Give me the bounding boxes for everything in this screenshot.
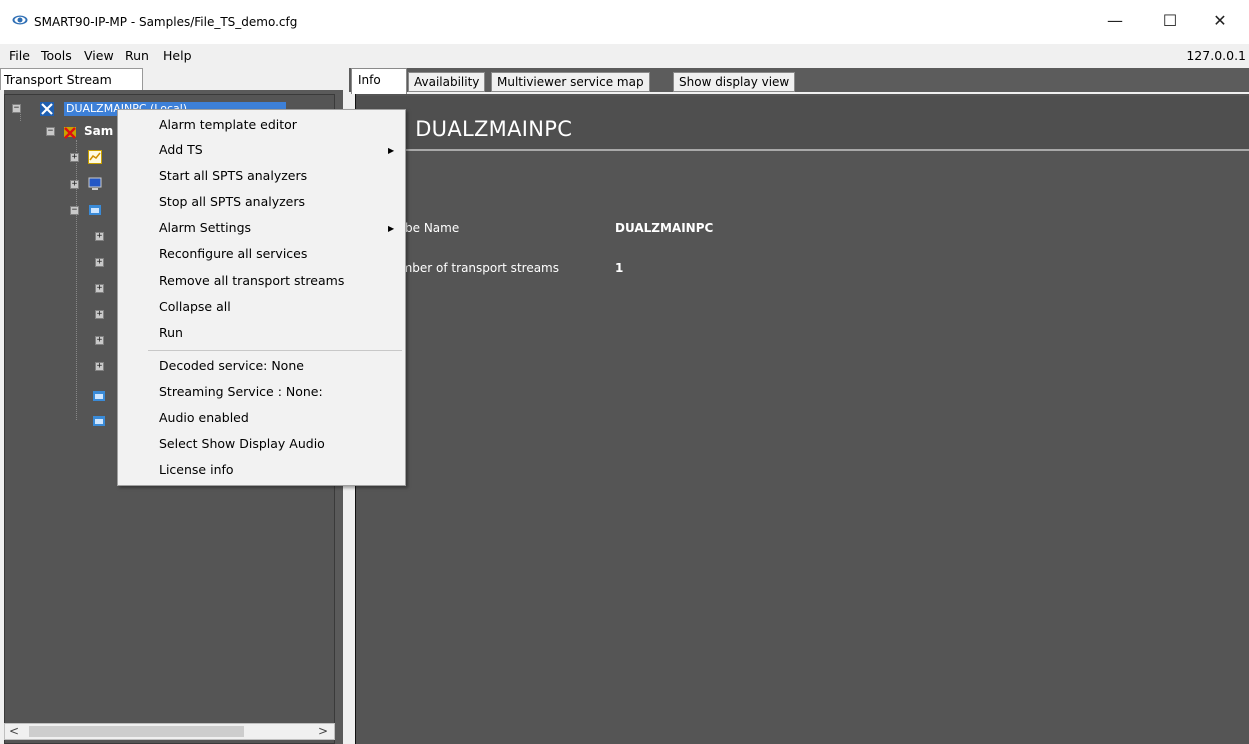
horizontal-scrollbar[interactable]: < > [4,723,335,740]
menu-item-streaming-service[interactable]: Streaming Service : None: [159,384,323,399]
expand-toggle[interactable]: + [95,284,104,293]
menu-item-alarm-template-editor[interactable]: Alarm template editor [159,117,297,132]
chart-icon [88,150,102,164]
tab-show-display-view[interactable]: Show display view [673,72,796,92]
expand-toggle[interactable]: + [70,153,79,162]
transport-streams-count-label: umber of transport streams [393,261,559,275]
collapse-toggle[interactable]: − [46,127,55,136]
expand-toggle[interactable]: + [95,310,104,319]
expand-toggle[interactable]: + [95,232,104,241]
submenu-arrow-icon: ▶ [388,224,395,233]
scroll-thumb[interactable] [29,726,244,737]
collapse-toggle[interactable]: − [12,104,21,113]
menu-tools[interactable]: Tools [41,48,72,63]
menu-file[interactable]: File [9,48,30,63]
page-title: fo: DUALZMAINPC [380,117,573,141]
collapse-toggle[interactable]: − [70,206,79,215]
submenu-arrow-icon: ▶ [388,146,395,155]
probe-name-value: DUALZMAINPC [615,221,714,235]
menu-view[interactable]: View [84,48,114,63]
menu-gutter [118,110,146,485]
expand-toggle[interactable]: + [95,336,104,345]
menu-item-decoded-service[interactable]: Decoded service: None [159,358,304,373]
scroll-left-arrow[interactable]: < [9,724,19,738]
maximize-button[interactable]: ☐ [1155,8,1185,34]
expand-toggle[interactable]: + [70,180,79,189]
info-panel [355,94,1249,744]
menu-separator [148,350,402,351]
monitor-icon [88,177,102,190]
tab-multiviewer-service-map[interactable]: Multiviewer service map [491,72,650,92]
menu-item-license-info[interactable]: License info [159,462,234,477]
eye-icon [12,15,28,25]
menu-item-remove-all-transport-streams[interactable]: Remove all transport streams [159,273,344,288]
stream-icon [93,391,105,401]
stream-icon [89,205,101,215]
menu-item-add-ts[interactable]: Add TS [159,142,203,157]
context-menu: Alarm template editor Add TS ▶ Start all… [117,109,406,486]
scroll-right-arrow[interactable]: > [318,724,328,738]
menu-item-audio-enabled[interactable]: Audio enabled [159,410,249,425]
error-folder-icon [64,127,76,139]
menu-item-alarm-settings[interactable]: Alarm Settings [159,220,251,235]
tab-label: Transport Stream [4,72,112,87]
tools-icon [40,102,54,116]
menu-bar: File Tools View Run Help 127.0.0.1 [0,44,1249,68]
expand-toggle[interactable]: + [95,258,104,267]
expand-toggle[interactable]: + [95,362,104,371]
title-bar: SMART90-IP-MP - Samples/File_TS_demo.cfg… [0,0,1249,44]
close-button[interactable]: ✕ [1205,8,1235,34]
tab-info[interactable]: Info [351,68,407,94]
menu-item-select-show-display-audio[interactable]: Select Show Display Audio [159,436,325,451]
transport-streams-count-value: 1 [615,261,624,275]
menu-help[interactable]: Help [163,48,192,63]
menu-item-stop-all-spts[interactable]: Stop all SPTS analyzers [159,194,305,209]
minimize-button[interactable]: — [1100,8,1130,34]
menu-item-run[interactable]: Run [159,325,183,340]
menu-item-collapse-all[interactable]: Collapse all [159,299,231,314]
tab-transport-stream[interactable]: Transport Stream [0,68,143,90]
stream-icon [93,416,105,426]
server-address: 127.0.0.1 [1186,48,1246,63]
window-title: SMART90-IP-MP - Samples/File_TS_demo.cfg [34,15,298,29]
tab-availability[interactable]: Availability [408,72,486,92]
menu-item-reconfigure-all-services[interactable]: Reconfigure all services [159,246,307,261]
tree-samples-node[interactable]: Sam [84,124,113,138]
menu-item-start-all-spts[interactable]: Start all SPTS analyzers [159,168,307,183]
menu-run[interactable]: Run [125,48,149,63]
